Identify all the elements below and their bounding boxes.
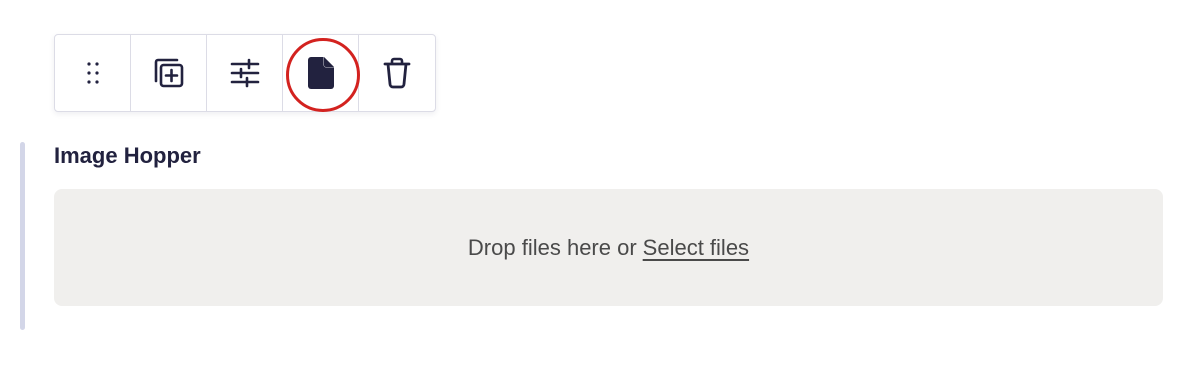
settings-button[interactable] [207, 35, 283, 111]
block-title: Image Hopper [54, 143, 201, 168]
delete-button[interactable] [359, 35, 435, 111]
file-dropzone[interactable]: Drop files here or Select files [54, 189, 1163, 306]
sliders-icon [229, 57, 261, 89]
select-files-link[interactable]: Select files [643, 235, 749, 261]
dropzone-text: Drop files here or [467, 234, 637, 260]
block-indicator-bar [20, 142, 25, 330]
editor-canvas: Image Hopper Drop files here or Select f… [0, 0, 1200, 365]
drag-dots-icon [83, 59, 103, 87]
document-button[interactable] [283, 35, 360, 112]
drag-handle-button[interactable] [55, 35, 131, 111]
duplicate-plus-icon [151, 55, 187, 91]
document-icon [307, 56, 335, 90]
block-toolbar [54, 34, 436, 112]
duplicate-button[interactable] [131, 35, 207, 111]
trash-icon [383, 57, 411, 89]
